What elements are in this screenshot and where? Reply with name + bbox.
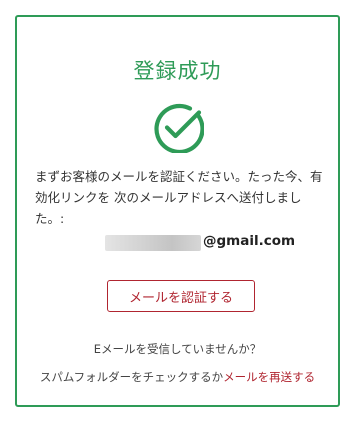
email-address: @gmail.com	[17, 232, 338, 254]
registration-success-card: 登録成功 まずお客様のメールを認証ください。たった今、有効化リンクを 次のメール…	[15, 15, 340, 407]
page-title: 登録成功	[133, 59, 222, 83]
spam-folder-text: スパムフォルダーをチェックするか	[39, 370, 224, 384]
email-domain: @gmail.com	[203, 233, 296, 249]
check-circle-icon	[154, 103, 204, 153]
resend-email-link[interactable]: メールを再送する	[223, 370, 315, 384]
verify-email-button[interactable]: メールを認証する	[107, 280, 255, 312]
confirmation-message: まずお客様のメールを認証ください。たった今、有効化リンクを 次のメールアドレスへ…	[35, 169, 323, 226]
not-received-text: Eメールを受信していませんか？	[93, 342, 262, 356]
email-local-part-redacted	[105, 235, 201, 251]
spam-folder-hint: スパムフォルダーをチェックするかメールを再送する	[17, 369, 338, 385]
